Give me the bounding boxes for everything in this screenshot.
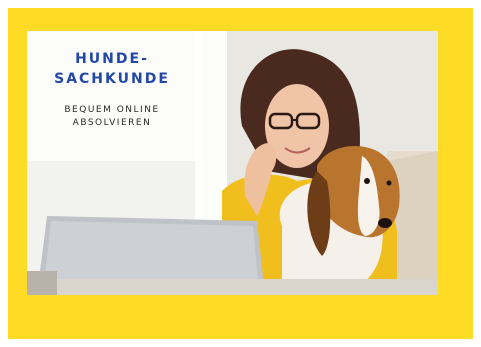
headline-line-2: SACHKUNDE [54, 71, 170, 87]
subline-line-1: BEQUEM ONLINE [64, 105, 160, 115]
subline: BEQUEM ONLINE ABSOLVIEREN [27, 104, 197, 130]
headline-line-1: HUNDE- [75, 51, 149, 67]
subline-line-2: ABSOLVIEREN [72, 118, 152, 128]
headline: HUNDE- SACHKUNDE [27, 49, 197, 89]
hero-photo: HUNDE- SACHKUNDE BEQUEM ONLINE ABSOLVIER… [27, 31, 438, 295]
